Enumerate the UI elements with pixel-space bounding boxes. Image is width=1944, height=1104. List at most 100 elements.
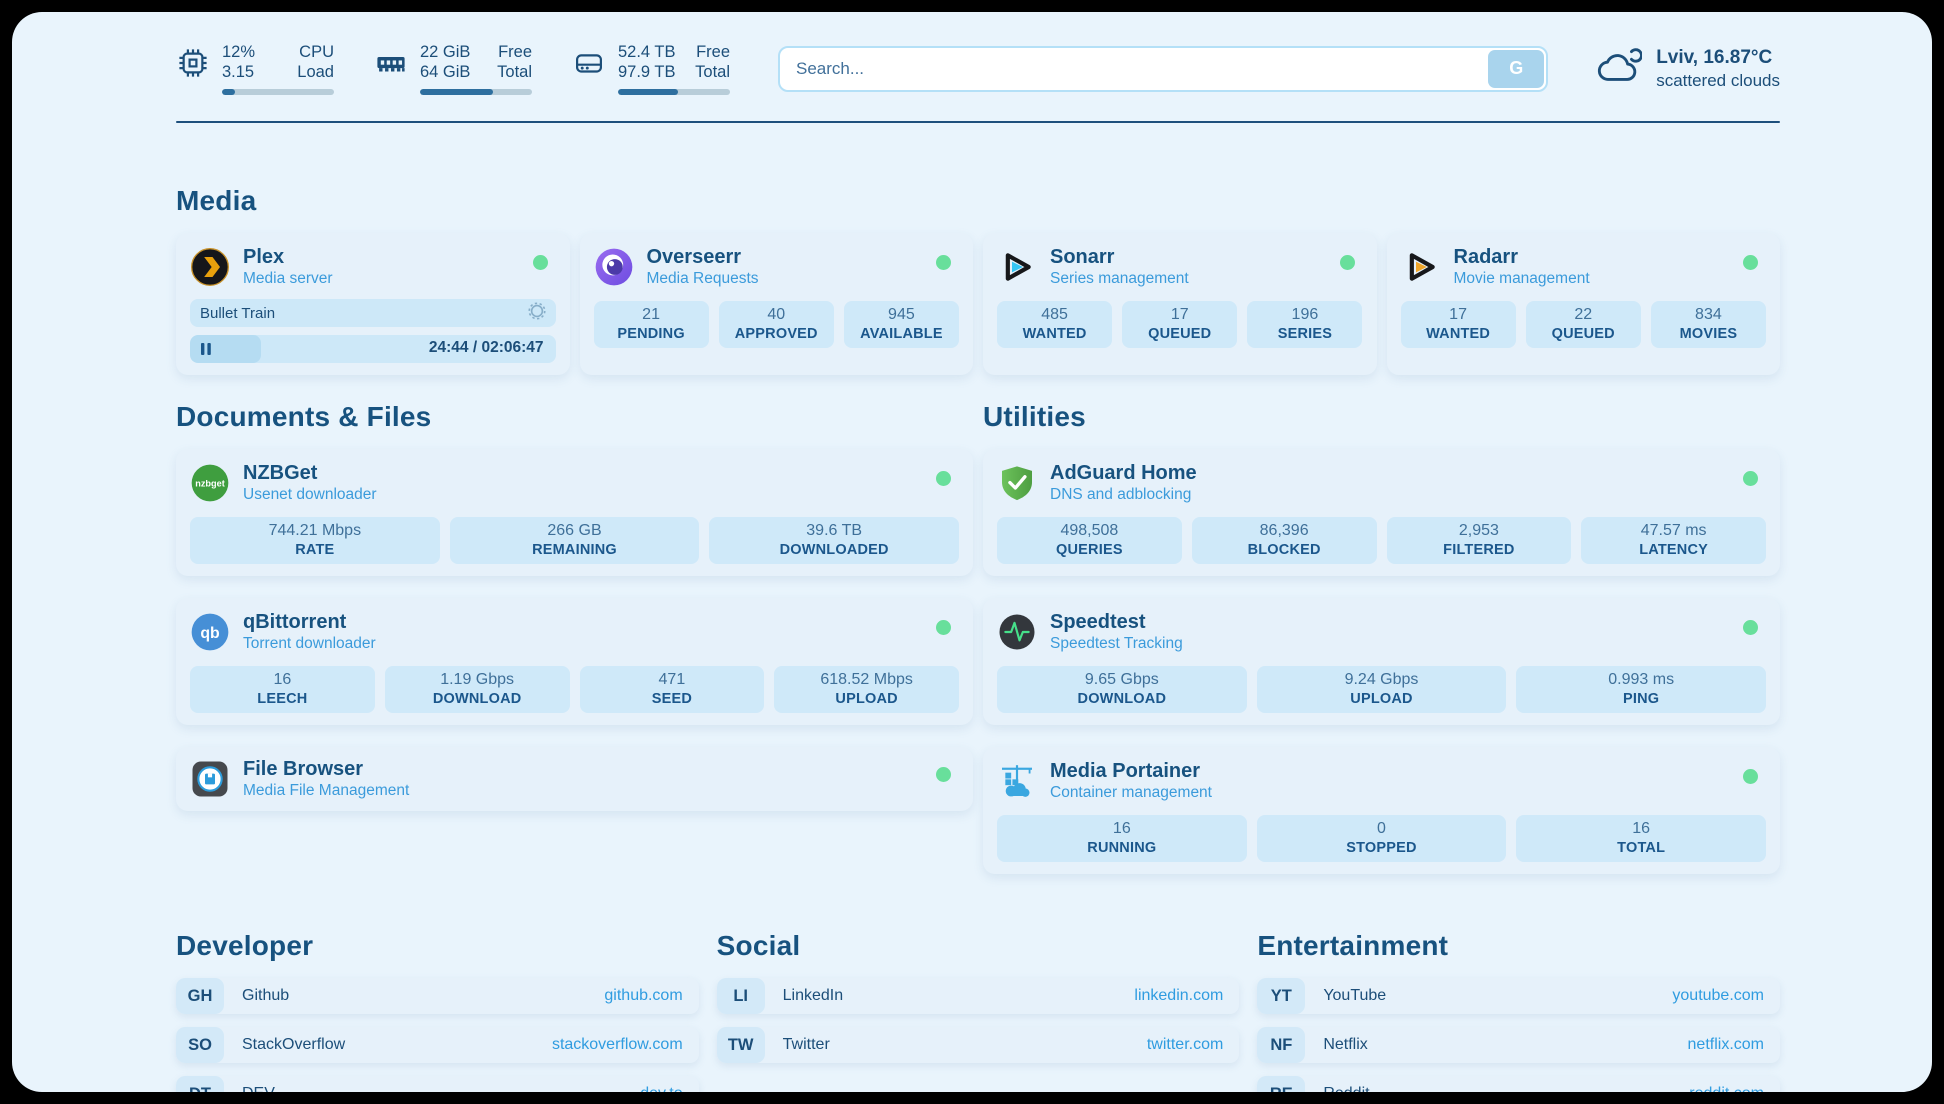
app-name: Radarr — [1454, 245, 1590, 269]
link-linkedin[interactable]: LI LinkedIn linkedin.com — [717, 978, 1240, 1014]
stat-series: 196SERIES — [1247, 301, 1362, 348]
app-card-radarr[interactable]: Radarr Movie management 17WANTED 22QUEUE… — [1387, 233, 1781, 375]
app-card-qbittorrent[interactable]: qb qBittorrent Torrent downloader 16LEEC… — [176, 598, 973, 725]
link-url: netflix.com — [1688, 1036, 1764, 1054]
nzbget-icon: nzbget — [190, 463, 230, 503]
app-subtitle: Usenet downloader — [243, 485, 377, 505]
plex-icon — [190, 247, 230, 287]
section-title-utilities: Utilities — [983, 401, 1780, 433]
stat-remaining: 266 GBREMAINING — [450, 517, 700, 564]
stat-pending: 21PENDING — [594, 301, 709, 348]
link-url: twitter.com — [1147, 1036, 1223, 1054]
session-gear-icon[interactable] — [528, 302, 546, 324]
status-dot — [1743, 471, 1758, 486]
app-card-plex[interactable]: Plex Media server Bullet Train — [176, 233, 570, 375]
stat-queued: 17QUEUED — [1122, 301, 1237, 348]
ram-icon — [374, 46, 408, 85]
section-documents: Documents & Files nzbget NZBGet Usenet d… — [176, 401, 973, 874]
link-name: Github — [242, 987, 604, 1005]
link-reddit[interactable]: RE Reddit reddit.com — [1257, 1076, 1780, 1092]
link-dev[interactable]: DT DEV dev.to — [176, 1076, 699, 1092]
link-abbr: TW — [717, 1027, 765, 1063]
section-title-media: Media — [176, 185, 1780, 217]
stat-leech: 16LEECH — [190, 666, 375, 713]
link-twitter[interactable]: TW Twitter twitter.com — [717, 1027, 1240, 1063]
cloud-icon — [1596, 44, 1642, 93]
status-dot — [533, 255, 548, 270]
filebrowser-icon — [190, 759, 230, 799]
app-card-nzbget[interactable]: nzbget NZBGet Usenet downloader 744.21 M… — [176, 449, 973, 576]
link-url: linkedin.com — [1134, 987, 1223, 1005]
link-stackoverflow[interactable]: SO StackOverflow stackoverflow.com — [176, 1027, 699, 1063]
pause-icon[interactable] — [200, 342, 212, 361]
link-name: LinkedIn — [783, 987, 1135, 1005]
memory-progress-bar — [420, 89, 532, 95]
link-abbr: DT — [176, 1076, 224, 1092]
stat-movies: 834MOVIES — [1651, 301, 1766, 348]
cpu-progress-bar — [222, 89, 334, 95]
link-github[interactable]: GH Github github.com — [176, 978, 699, 1014]
overseerr-icon — [594, 247, 634, 287]
search-engine-button[interactable]: G — [1488, 50, 1544, 88]
top-bar: 12%CPU 3.15Load 22 GiBFree 64 GiBTot — [176, 42, 1780, 95]
app-card-portainer[interactable]: Media Portainer Container management 16R… — [983, 747, 1780, 874]
stat-stopped: 0STOPPED — [1257, 815, 1507, 862]
storage-total-value: 97.9 TB — [618, 62, 675, 82]
link-url: github.com — [604, 987, 682, 1005]
link-netflix[interactable]: NF Netflix netflix.com — [1257, 1027, 1780, 1063]
app-subtitle: Media File Management — [243, 781, 409, 801]
app-card-adguard[interactable]: AdGuard Home DNS and adblocking 498,508Q… — [983, 449, 1780, 576]
playback-progress-bar[interactable]: 24:44 / 02:06:47 — [190, 335, 556, 363]
link-abbr: NF — [1257, 1027, 1305, 1063]
app-subtitle: Torrent downloader — [243, 634, 376, 654]
link-url: youtube.com — [1672, 987, 1764, 1005]
link-abbr: YT — [1257, 978, 1305, 1014]
stat-available: 945AVAILABLE — [844, 301, 959, 348]
stat-approved: 40APPROVED — [719, 301, 834, 348]
radarr-icon — [1401, 247, 1441, 287]
storage-label-2: Total — [695, 62, 730, 82]
app-name: NZBGet — [243, 461, 377, 485]
app-card-filebrowser[interactable]: File Browser Media File Management — [176, 747, 973, 811]
sonarr-icon — [997, 247, 1037, 287]
status-dot — [1743, 255, 1758, 270]
app-subtitle: Speedtest Tracking — [1050, 634, 1183, 654]
search-bar: G — [778, 46, 1548, 92]
app-subtitle: Media Requests — [647, 269, 759, 289]
stat-latency: 47.57 msLATENCY — [1581, 517, 1766, 564]
link-abbr: SO — [176, 1027, 224, 1063]
app-subtitle: Series management — [1050, 269, 1189, 289]
stat-download: 1.19 GbpsDOWNLOAD — [385, 666, 570, 713]
link-url: reddit.com — [1689, 1085, 1764, 1092]
app-subtitle: Container management — [1050, 783, 1212, 803]
link-youtube[interactable]: YT YouTube youtube.com — [1257, 978, 1780, 1014]
now-playing-title: Bullet Train — [200, 305, 275, 322]
status-dot — [936, 620, 951, 635]
app-card-overseerr[interactable]: Overseerr Media Requests 21PENDING 40APP… — [580, 233, 974, 375]
stat-ping: 0.993 msPING — [1516, 666, 1766, 713]
svg-text:nzbget: nzbget — [195, 478, 225, 488]
app-name: Speedtest — [1050, 610, 1183, 634]
dashboard-page: 12%CPU 3.15Load 22 GiBFree 64 GiBTot — [12, 12, 1932, 1092]
search-input[interactable] — [796, 59, 1486, 79]
section-title-social: Social — [717, 930, 1240, 962]
app-name: Sonarr — [1050, 245, 1189, 269]
app-card-speedtest[interactable]: Speedtest Speedtest Tracking 9.65 GbpsDO… — [983, 598, 1780, 725]
screen-frame: 12%CPU 3.15Load 22 GiBFree 64 GiBTot — [0, 0, 1944, 1104]
cpu-icon — [176, 46, 210, 85]
svg-text:qb: qb — [200, 625, 220, 642]
stat-upload: 9.24 GbpsUPLOAD — [1257, 666, 1507, 713]
link-name: Twitter — [783, 1036, 1147, 1054]
status-dot — [936, 255, 951, 270]
link-abbr: LI — [717, 978, 765, 1014]
status-dot — [1743, 769, 1758, 784]
section-utilities: Utilities AdGuard Home D — [983, 401, 1780, 874]
app-card-sonarr[interactable]: Sonarr Series management 485WANTED 17QUE… — [983, 233, 1377, 375]
adguard-icon — [997, 463, 1037, 503]
cpu-percent: 12% — [222, 42, 255, 62]
portainer-icon — [997, 761, 1037, 801]
link-url: dev.to — [640, 1085, 682, 1092]
link-abbr: RE — [1257, 1076, 1305, 1092]
status-dot — [1340, 255, 1355, 270]
memory-label-1: Free — [498, 42, 532, 62]
